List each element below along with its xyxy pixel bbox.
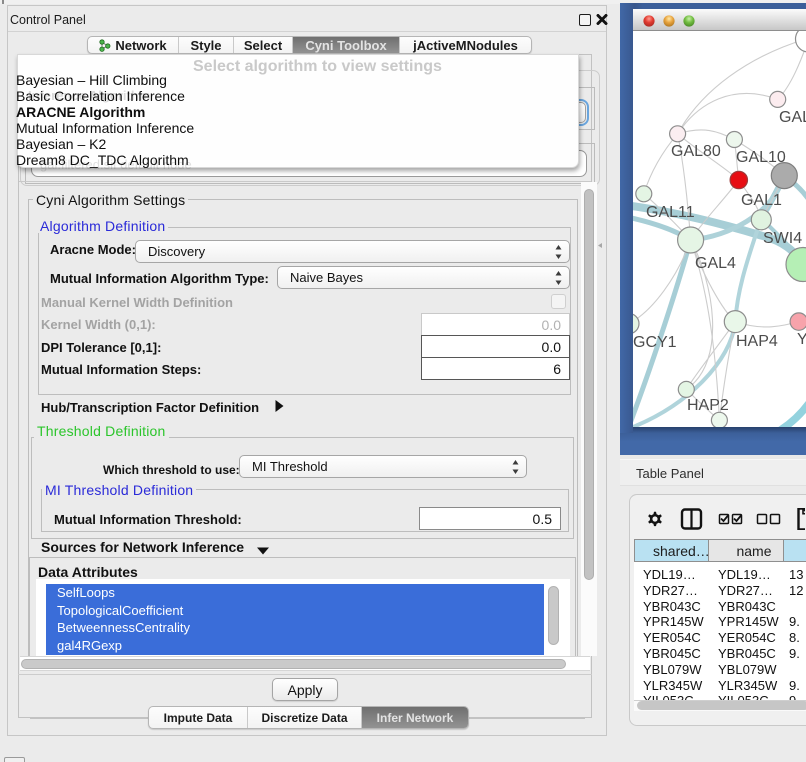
svg-text:Y: Y xyxy=(797,331,806,348)
svg-text:GAL80: GAL80 xyxy=(671,143,721,160)
svg-text:HAP2: HAP2 xyxy=(687,397,729,414)
svg-text:GAL10: GAL10 xyxy=(736,149,786,166)
svg-text:SWI4: SWI4 xyxy=(763,230,802,247)
svg-text:GAL1: GAL1 xyxy=(741,192,782,209)
svg-text:HAP4: HAP4 xyxy=(736,333,778,350)
svg-text:GAL11: GAL11 xyxy=(646,204,695,221)
svg-text:GAL: GAL xyxy=(779,109,806,126)
svg-text:GCY1: GCY1 xyxy=(633,334,677,351)
svg-text:GAL4: GAL4 xyxy=(695,255,736,272)
